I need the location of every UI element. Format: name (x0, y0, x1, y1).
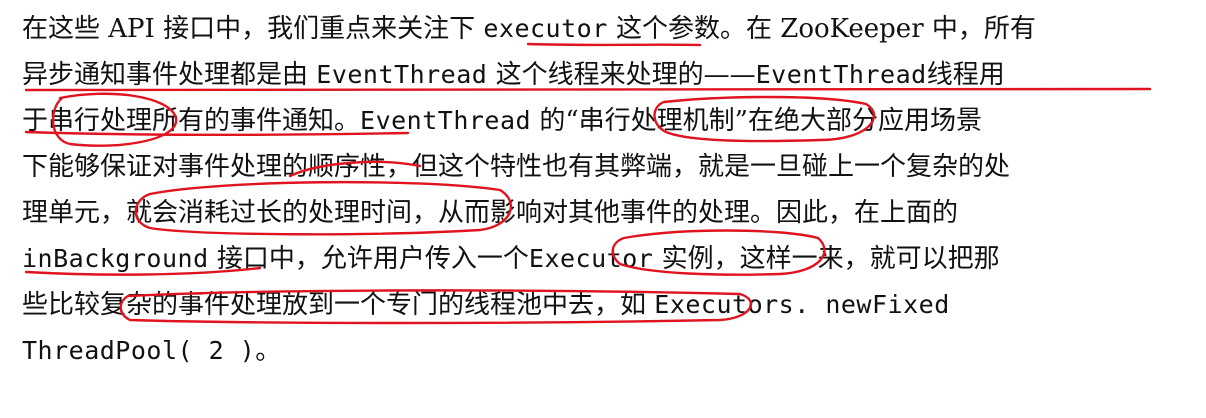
code-executor: executor (483, 14, 608, 43)
text-segment: 实例，这样一来，就可以把那 (653, 244, 1000, 274)
text-line-6: inBackground 接口中，允许用户传入一个Executor 实例，这样一… (22, 236, 1000, 282)
text-line-1: 在这些 API 接口中，我们重点来关注下 executor 这个参数。在 Zoo… (22, 6, 1036, 52)
code-inbackground: inBackground (22, 244, 209, 273)
code-eventthread: EventThread (360, 106, 532, 135)
code-executors-newfixed: Executors. newFixed (654, 290, 950, 319)
text-segment: 在这些 API 接口中，我们重点来关注下 (22, 14, 484, 44)
text-line-4: 下能够保证对事件处理的顺序性，但这个特性也有其弊端，就是一旦碰上一个复杂的处 (22, 152, 1011, 182)
text-line-8: ThreadPool( 2 )。 (22, 328, 281, 374)
document-page: 在这些 API 接口中，我们重点来关注下 executor 这个参数。在 Zoo… (0, 0, 1206, 418)
text-segment: 于串行处理所有的事件通知。 (22, 106, 361, 136)
text-segment: 这个参数。在 ZooKeeper 中，所有 (607, 14, 1036, 44)
text-segment: 这个线程来处理的—— (487, 60, 756, 90)
text-segment: 的“串行处理机制”在绝大部分应用场景 (531, 106, 982, 136)
text-line-2: 异步通知事件处理都是由 EventThread 这个线程来处理的——EventT… (22, 52, 1005, 98)
code-eventthread: EventThread (755, 60, 927, 89)
code-executor-class: Executor (528, 244, 654, 273)
text-line-3: 于串行处理所有的事件通知。EventThread 的“串行处理机制”在绝大部分应… (22, 98, 982, 144)
text-segment: 接口中，允许用户传入一个 (208, 244, 529, 274)
text-line-5: 理单元，就会消耗过长的处理时间，从而影响对其他事件的处理。因此，在上面的 (22, 198, 959, 228)
text-segment: 些比较复杂的事件处理放到一个专门的线程池中去，如 (22, 290, 655, 320)
text-segment: 。 (255, 336, 282, 366)
text-segment: 线程用 (926, 60, 1005, 90)
text-segment: 异步通知事件处理都是由 (22, 60, 317, 90)
code-threadpool: ThreadPool( 2 ) (22, 336, 256, 365)
code-eventthread: EventThread (316, 60, 488, 89)
text-line-7: 些比较复杂的事件处理放到一个专门的线程池中去，如 Executors. newF… (22, 282, 950, 328)
